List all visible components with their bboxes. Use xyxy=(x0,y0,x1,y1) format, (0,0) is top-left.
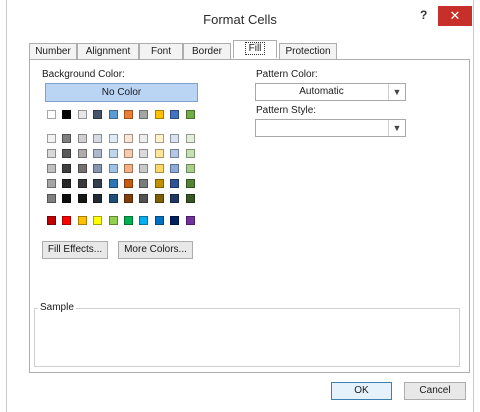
theme-shade-swatch[interactable] xyxy=(170,164,180,173)
chevron-down-icon: ▼ xyxy=(388,84,405,100)
standard-color-swatch[interactable] xyxy=(185,216,195,225)
theme-shade-swatch[interactable] xyxy=(77,134,87,143)
theme-shade-swatch[interactable] xyxy=(154,149,164,158)
tab-protection[interactable]: Protection xyxy=(279,43,337,59)
theme-shade-swatch[interactable] xyxy=(108,179,118,188)
tab-border[interactable]: Border xyxy=(183,43,231,59)
theme-shade-swatch[interactable] xyxy=(124,194,133,203)
theme-shade-swatch[interactable] xyxy=(124,134,133,143)
standard-color-swatch[interactable] xyxy=(124,216,133,225)
dialog-right-border xyxy=(473,0,474,412)
theme-shade-swatch[interactable] xyxy=(47,134,56,143)
standard-color-swatch[interactable] xyxy=(170,216,180,225)
theme-shade-swatch[interactable] xyxy=(93,179,103,188)
theme-color-swatch[interactable] xyxy=(108,110,118,119)
standard-color-swatch[interactable] xyxy=(47,216,56,225)
theme-shade-swatch[interactable] xyxy=(185,164,195,173)
cancel-button[interactable]: Cancel xyxy=(404,382,466,400)
theme-shade-swatch[interactable] xyxy=(139,179,149,188)
standard-color-swatch[interactable] xyxy=(108,216,118,225)
theme-shade-swatch[interactable] xyxy=(47,179,56,188)
pattern-color-value: Automatic xyxy=(299,86,344,97)
pattern-style-dropdown[interactable]: ▼ xyxy=(255,119,406,137)
theme-color-swatch[interactable] xyxy=(170,110,180,119)
theme-shade-swatch[interactable] xyxy=(170,179,180,188)
theme-shade-swatch[interactable] xyxy=(185,179,195,188)
theme-shade-swatch[interactable] xyxy=(62,149,72,158)
standard-color-swatch[interactable] xyxy=(77,216,87,225)
theme-color-swatch[interactable] xyxy=(185,110,195,119)
theme-shade-swatch[interactable] xyxy=(77,164,87,173)
theme-color-swatch[interactable] xyxy=(124,110,133,119)
theme-shade-swatch[interactable] xyxy=(154,179,164,188)
theme-shade-swatch[interactable] xyxy=(185,149,195,158)
theme-color-swatch[interactable] xyxy=(77,110,87,119)
theme-color-swatch[interactable] xyxy=(139,110,149,119)
tab-number[interactable]: Number xyxy=(29,43,77,59)
theme-shade-swatch[interactable] xyxy=(185,194,195,203)
pattern-style-label: Pattern Style: xyxy=(256,105,317,116)
tab-fill[interactable]: Fill xyxy=(233,40,277,58)
theme-shade-swatch[interactable] xyxy=(124,149,133,158)
tab-alignment[interactable]: Alignment xyxy=(77,43,139,59)
theme-shade-swatch[interactable] xyxy=(170,194,180,203)
background-color-label: Background Color: xyxy=(42,69,125,80)
theme-shade-swatch[interactable] xyxy=(47,164,56,173)
theme-shade-swatch[interactable] xyxy=(139,134,149,143)
theme-shade-swatch[interactable] xyxy=(170,149,180,158)
theme-shade-swatch[interactable] xyxy=(139,149,149,158)
theme-color-swatch[interactable] xyxy=(93,110,103,119)
theme-shade-swatch[interactable] xyxy=(77,179,87,188)
theme-shade-swatch[interactable] xyxy=(93,134,103,143)
dialog-title: Format Cells xyxy=(203,12,277,27)
theme-shade-swatch[interactable] xyxy=(170,134,180,143)
pattern-color-dropdown[interactable]: Automatic ▼ xyxy=(255,83,406,101)
theme-shade-swatch[interactable] xyxy=(139,164,149,173)
close-icon[interactable]: ✕ xyxy=(438,6,472,26)
theme-shade-swatch[interactable] xyxy=(124,179,133,188)
more-colors-button[interactable]: More Colors... xyxy=(118,241,193,259)
theme-shade-swatch[interactable] xyxy=(77,194,87,203)
theme-shade-swatch[interactable] xyxy=(62,179,72,188)
theme-shade-swatch[interactable] xyxy=(93,194,103,203)
help-icon[interactable]: ? xyxy=(420,8,427,22)
theme-shade-swatch[interactable] xyxy=(93,149,103,158)
theme-shade-swatch[interactable] xyxy=(108,149,118,158)
sample-label: Sample xyxy=(38,302,76,313)
theme-shade-swatch[interactable] xyxy=(47,149,56,158)
theme-shade-swatch[interactable] xyxy=(108,164,118,173)
theme-color-swatch[interactable] xyxy=(154,110,164,119)
theme-shade-swatch[interactable] xyxy=(93,164,103,173)
theme-shade-swatch[interactable] xyxy=(108,194,118,203)
theme-shade-swatch[interactable] xyxy=(124,164,133,173)
theme-shade-swatch[interactable] xyxy=(154,134,164,143)
dialog-left-border xyxy=(6,0,7,412)
standard-color-swatch[interactable] xyxy=(154,216,164,225)
theme-shade-swatch[interactable] xyxy=(108,134,118,143)
no-color-button[interactable]: No Color xyxy=(45,83,198,102)
theme-shade-swatch[interactable] xyxy=(139,194,149,203)
theme-shade-swatch[interactable] xyxy=(62,164,72,173)
chevron-down-icon: ▼ xyxy=(388,120,405,136)
theme-shade-swatch[interactable] xyxy=(77,149,87,158)
theme-shade-swatch[interactable] xyxy=(62,134,72,143)
theme-shade-swatch[interactable] xyxy=(154,194,164,203)
standard-color-swatch[interactable] xyxy=(93,216,103,225)
sample-preview xyxy=(34,308,460,367)
standard-color-swatch[interactable] xyxy=(62,216,72,225)
theme-shade-swatch[interactable] xyxy=(154,164,164,173)
tab-font[interactable]: Font xyxy=(139,43,183,59)
theme-shade-swatch[interactable] xyxy=(62,194,72,203)
theme-color-swatch[interactable] xyxy=(62,110,72,119)
pattern-color-label: Pattern Color: xyxy=(256,69,318,80)
theme-shade-swatch[interactable] xyxy=(185,134,195,143)
fill-effects-button[interactable]: Fill Effects... xyxy=(42,241,108,259)
format-cells-dialog: Format Cells ? ✕ Number Alignment Font B… xyxy=(0,0,480,412)
ok-button[interactable]: OK xyxy=(331,382,392,400)
standard-color-swatch[interactable] xyxy=(139,216,149,225)
theme-color-swatch[interactable] xyxy=(47,110,56,119)
theme-shade-swatch[interactable] xyxy=(47,194,56,203)
